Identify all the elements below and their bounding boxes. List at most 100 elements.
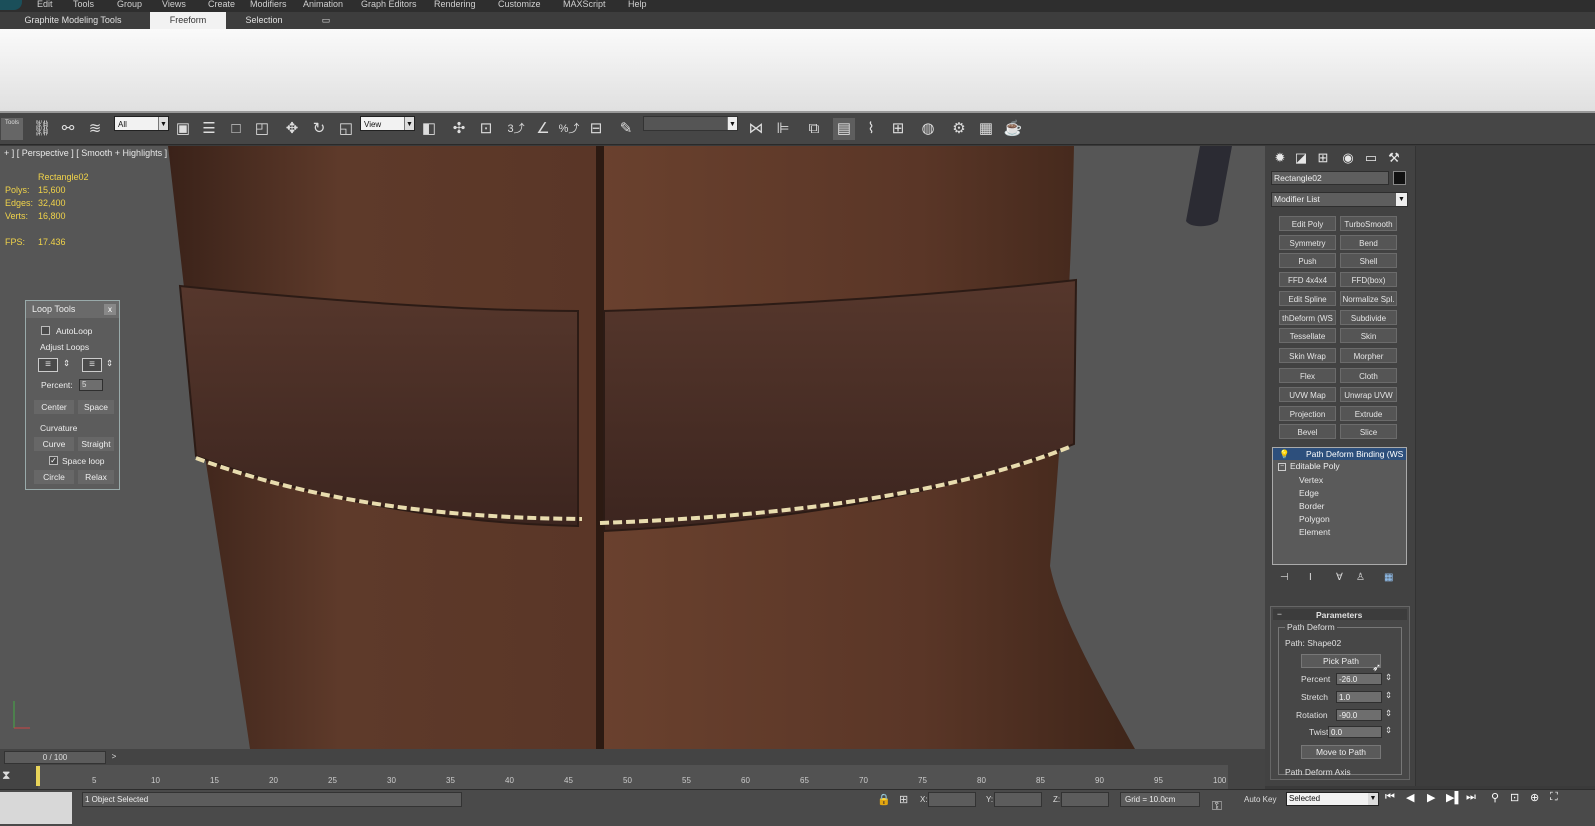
modifier-skin-button[interactable]: Skin: [1340, 328, 1397, 343]
render-setup-icon[interactable]: ⚙: [948, 118, 970, 140]
material-editor-icon[interactable]: ◍: [917, 118, 939, 140]
modifier-symmetry-button[interactable]: Symmetry: [1279, 235, 1336, 250]
spinner-arrows-icon[interactable]: ⇕: [1385, 690, 1392, 701]
go-to-start-icon[interactable]: ⏮: [1385, 791, 1395, 804]
modifier-unwrap-uvw-button[interactable]: Unwrap UVW: [1340, 387, 1397, 402]
sub-object-vertex[interactable]: Vertex: [1299, 475, 1323, 485]
configure-sets-icon[interactable]: ▦: [1384, 572, 1398, 583]
utilities-tab-icon[interactable]: ⚒: [1384, 149, 1404, 167]
absolute-mode-icon[interactable]: ⊞: [899, 793, 908, 806]
key-icon[interactable]: ⚿: [1212, 798, 1222, 814]
modifier-projection-button[interactable]: Projection: [1279, 406, 1336, 421]
lock-icon[interactable]: 🔒: [877, 793, 891, 806]
menu-animation[interactable]: Animation: [303, 0, 343, 9]
relax-button[interactable]: Relax: [78, 470, 114, 484]
modifier-list-dropdown[interactable]: Modifier List ▼: [1271, 192, 1408, 207]
rectangular-selection-icon[interactable]: □: [225, 118, 247, 140]
collapse-icon[interactable]: −: [1277, 609, 1282, 619]
spinner-arrows-icon[interactable]: ⇕: [63, 358, 70, 369]
menu-tools[interactable]: Tools: [73, 0, 94, 9]
mini-curve-editor-icon[interactable]: ⧗: [2, 768, 22, 784]
pan-icon[interactable]: ⊕: [1530, 791, 1539, 804]
menu-maxscript[interactable]: MAXScript: [563, 0, 606, 9]
edit-named-selection-icon[interactable]: ✎: [615, 118, 637, 140]
modifier-slice-button[interactable]: Slice: [1340, 424, 1397, 439]
modifier-ffd444-button[interactable]: FFD 4x4x4: [1279, 272, 1336, 287]
object-name-field[interactable]: Rectangle02: [1271, 171, 1389, 185]
link-icon[interactable]: ⛓: [31, 118, 53, 140]
tools-toggle-button[interactable]: Tools: [1, 118, 23, 140]
stretch-spinner[interactable]: 1.0: [1336, 691, 1382, 703]
show-end-result-icon[interactable]: Ι: [1309, 572, 1319, 583]
current-frame-marker[interactable]: [36, 766, 40, 786]
menu-rendering[interactable]: Rendering: [434, 0, 476, 9]
app-logo-button[interactable]: [0, 0, 22, 10]
sub-object-edge[interactable]: Edge: [1299, 488, 1319, 498]
center-button[interactable]: Center: [34, 400, 74, 414]
modifier-shell-button[interactable]: Shell: [1340, 253, 1397, 268]
autoloop-checkbox[interactable]: [41, 326, 50, 335]
modifier-extrude-button[interactable]: Extrude: [1340, 406, 1397, 421]
modifier-uvw-map-button[interactable]: UVW Map: [1279, 387, 1336, 402]
mirror-icon[interactable]: ⋈: [745, 118, 767, 140]
space-loop-checkbox[interactable]: ✓: [49, 456, 58, 465]
move-icon[interactable]: ✥: [281, 118, 303, 140]
sub-object-border[interactable]: Border: [1299, 501, 1325, 511]
circle-button[interactable]: Circle: [34, 470, 74, 484]
spinner-arrows-icon[interactable]: ⇕: [1385, 672, 1392, 683]
modifier-push-button[interactable]: Push: [1279, 253, 1336, 268]
motion-tab-icon[interactable]: ◉: [1338, 149, 1358, 167]
modifier-ffdbox-button[interactable]: FFD(box): [1340, 272, 1397, 287]
snap-toggle-icon[interactable]: 3⤴: [505, 118, 527, 140]
unlink-icon[interactable]: ⚯: [57, 118, 79, 140]
object-color-swatch[interactable]: [1393, 171, 1406, 185]
tab-selection[interactable]: Selection: [236, 12, 292, 29]
move-to-path-button[interactable]: Move to Path: [1301, 745, 1381, 759]
previous-frame-icon[interactable]: ◀: [1406, 791, 1414, 804]
modify-tab-icon[interactable]: ◪: [1291, 149, 1311, 167]
twist-spinner[interactable]: 0.0: [1328, 726, 1382, 738]
named-selection-dropdown[interactable]: ▼: [643, 116, 738, 131]
space-button[interactable]: Space: [78, 400, 114, 414]
modifier-turbosmooth-button[interactable]: TurboSmooth: [1340, 216, 1397, 231]
loop-spacing-icon[interactable]: ≡: [38, 358, 58, 372]
x-coord-field[interactable]: [928, 792, 976, 807]
select-by-name-icon[interactable]: ☰: [198, 118, 220, 140]
spinner-snap-icon[interactable]: ⊟: [585, 118, 607, 140]
auto-key-button[interactable]: Auto Key: [1244, 795, 1276, 804]
menu-edit[interactable]: Edit: [37, 0, 53, 9]
menu-create[interactable]: Create: [208, 0, 235, 9]
sub-object-element[interactable]: Element: [1299, 527, 1330, 537]
spinner-arrows-icon[interactable]: ⇕: [106, 358, 113, 369]
angle-snap-icon[interactable]: ∠: [532, 118, 554, 140]
lightbulb-icon[interactable]: 💡: [1279, 449, 1290, 460]
menu-graph-editors[interactable]: Graph Editors: [361, 0, 417, 9]
next-frame-icon[interactable]: >: [108, 751, 120, 764]
stack-item-editable-poly[interactable]: Editable Poly: [1290, 461, 1340, 471]
modifier-bend-button[interactable]: Bend: [1340, 235, 1397, 250]
menu-group[interactable]: Group: [117, 0, 142, 9]
hierarchy-tab-icon[interactable]: ⊞: [1313, 149, 1333, 167]
spinner-arrows-icon[interactable]: ⇕: [1385, 708, 1392, 719]
modifier-skin-wrap-button[interactable]: Skin Wrap: [1279, 348, 1336, 363]
zoom-extents-icon[interactable]: ⊡: [1510, 791, 1519, 804]
schematic-view-icon[interactable]: ⊞: [887, 118, 909, 140]
menu-help[interactable]: Help: [628, 0, 647, 9]
next-key-icon[interactable]: ▶▌: [1446, 791, 1462, 804]
pivot-center-icon[interactable]: ◧: [418, 118, 440, 140]
viewport-label[interactable]: + ] [ Perspective ] [ Smooth + Highlight…: [4, 148, 167, 158]
stack-item-path-deform[interactable]: Path Deform Binding (WS: [1306, 449, 1403, 459]
keyboard-shortcut-icon[interactable]: ⊡: [475, 118, 497, 140]
perspective-viewport[interactable]: + ] [ Perspective ] [ Smooth + Highlight…: [0, 146, 1265, 749]
make-unique-icon[interactable]: ∀: [1336, 572, 1348, 583]
layer-manager-icon[interactable]: ⧉: [803, 118, 825, 140]
modifier-edit-poly-button[interactable]: Edit Poly: [1279, 216, 1336, 231]
selection-filter-dropdown[interactable]: All ▼: [114, 116, 169, 131]
curve-button[interactable]: Curve: [34, 437, 74, 451]
tab-freeform[interactable]: Freeform: [150, 12, 226, 29]
select-object-icon[interactable]: ▣: [172, 118, 194, 140]
play-icon[interactable]: ▶: [1427, 791, 1435, 804]
key-filter-dropdown[interactable]: Selected ▼: [1286, 792, 1379, 806]
zoom-icon[interactable]: ⚲: [1491, 791, 1499, 804]
modifier-edit-spline-button[interactable]: Edit Spline: [1279, 291, 1336, 306]
